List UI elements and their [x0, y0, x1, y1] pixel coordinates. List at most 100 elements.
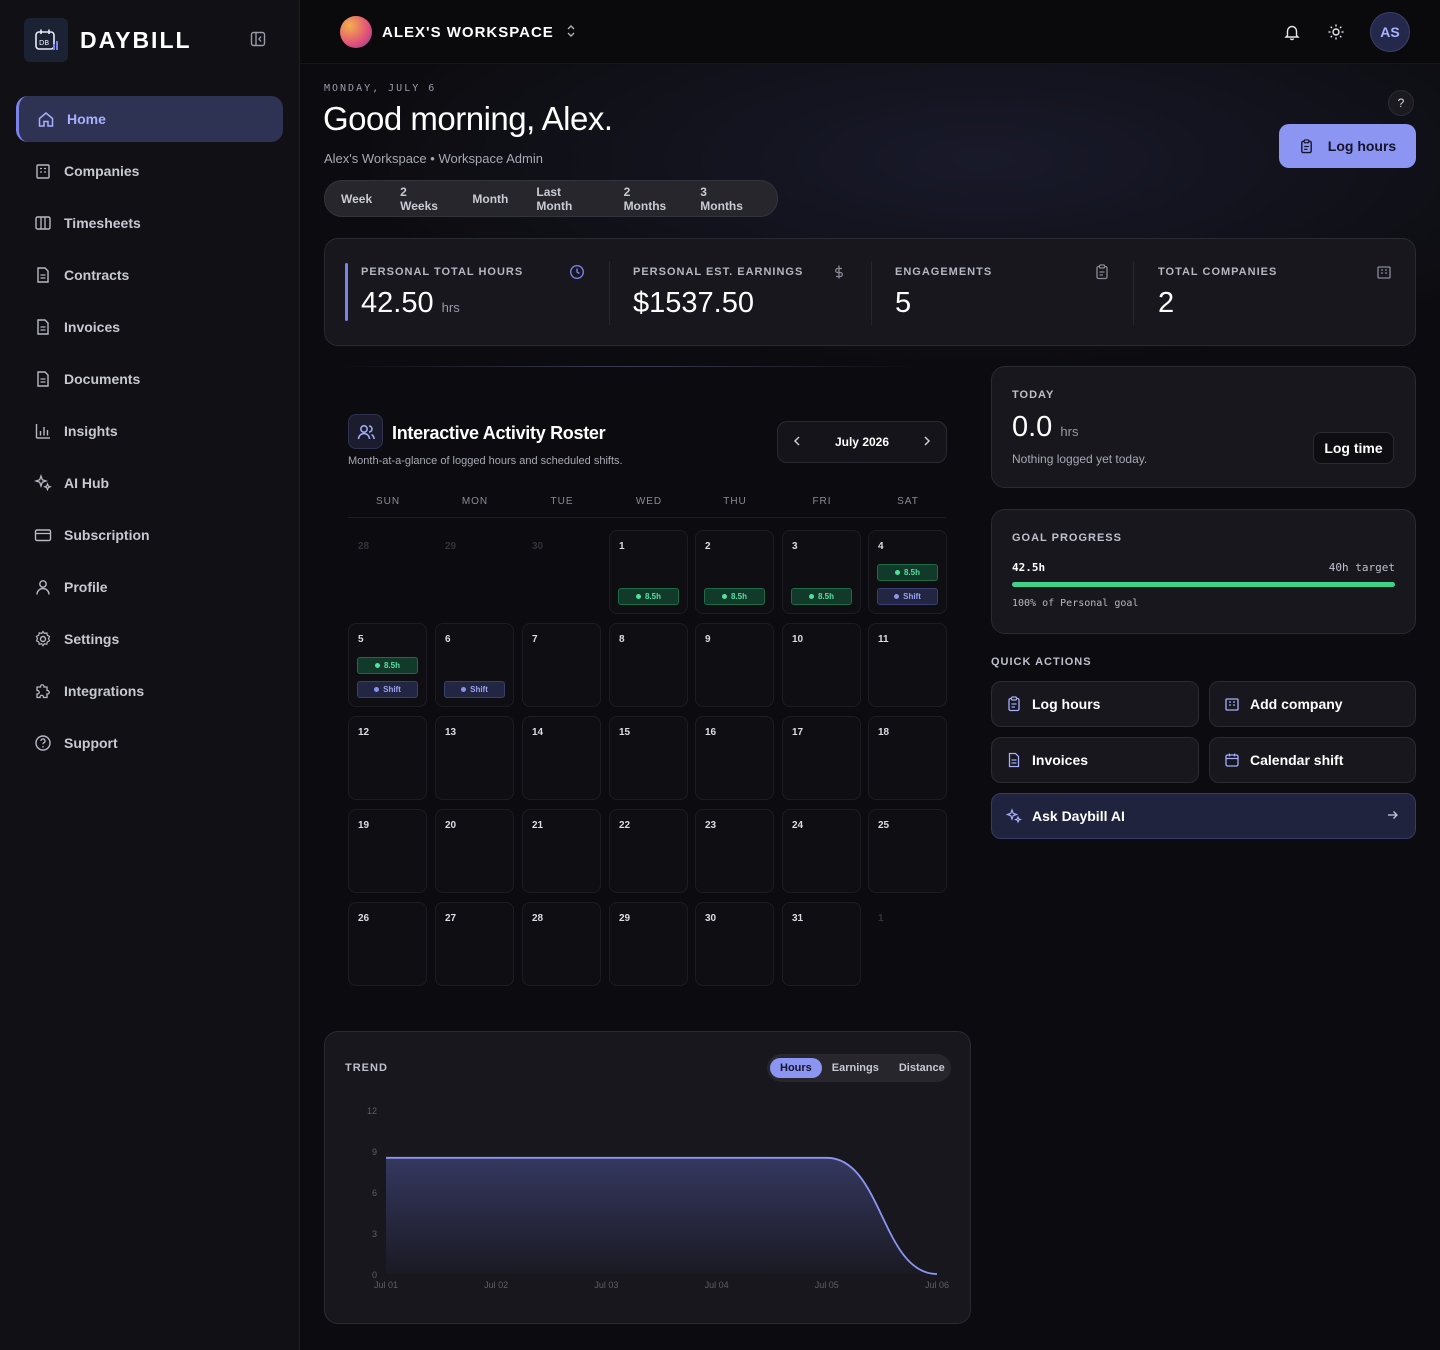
today-value: 0.0 hrs — [1012, 411, 1079, 443]
quick-log-hours-button[interactable]: Log hours — [991, 681, 1199, 727]
calendar-day[interactable]: 30 — [695, 902, 774, 986]
day-number: 13 — [445, 727, 457, 738]
weekday-label: MON — [461, 496, 489, 507]
calendar-day[interactable]: 3 8.5h — [782, 530, 861, 614]
building-icon — [1376, 264, 1392, 280]
active-indicator — [345, 263, 348, 321]
sidebar-item-contracts[interactable]: Contracts — [16, 252, 283, 298]
sidebar-item-integrations[interactable]: Integrations — [16, 668, 283, 714]
range-option[interactable]: Week — [341, 192, 372, 206]
help-button[interactable]: ? — [1388, 90, 1414, 116]
calendar-day[interactable]: 24 — [782, 809, 861, 893]
calendar-day[interactable]: 26 — [348, 902, 427, 986]
sidebar-item-label: AI Hub — [64, 475, 110, 491]
calendar-day[interactable]: 15 — [609, 716, 688, 800]
day-number: 7 — [532, 634, 538, 645]
calendar-day[interactable]: 5 8.5h Shift — [348, 623, 427, 707]
sidebar-item-support[interactable]: Support — [16, 720, 283, 766]
stat-companies: TOTAL COMPANIES 2 — [1158, 239, 1394, 347]
weekday-label: FRI — [812, 496, 832, 507]
quick-invoices-button[interactable]: Invoices — [991, 737, 1199, 783]
calendar-day[interactable]: 7 — [522, 623, 601, 707]
sidebar-item-invoices[interactable]: Invoices — [16, 304, 283, 350]
day-number: 25 — [878, 820, 890, 831]
day-number: 30 — [532, 541, 544, 552]
calendar-day[interactable]: 28 — [522, 902, 601, 986]
goal-progress-fill — [1012, 582, 1395, 587]
x-tick-label: Jul 02 — [484, 1280, 508, 1290]
workspace-switcher[interactable]: ALEX'S WORKSPACE — [340, 16, 576, 48]
shift-badge[interactable]: Shift — [357, 681, 418, 698]
day-number: 20 — [445, 820, 457, 831]
y-tick-label: 0 — [372, 1270, 377, 1280]
calendar-day[interactable]: 6 Shift — [435, 623, 514, 707]
range-option[interactable]: Last Month — [536, 185, 595, 213]
calendar-day[interactable]: 29 — [609, 902, 688, 986]
y-tick-label: 3 — [372, 1229, 377, 1239]
calendar-day[interactable]: 2 8.5h — [695, 530, 774, 614]
chevron-left-icon[interactable] — [792, 435, 802, 450]
calendar-day[interactable]: 13 — [435, 716, 514, 800]
range-option[interactable]: Month — [472, 192, 508, 206]
shift-badge[interactable]: Shift — [444, 681, 505, 698]
calendar-day[interactable]: 4 8.5h Shift — [868, 530, 947, 614]
calendar-day[interactable]: 17 — [782, 716, 861, 800]
bell-icon[interactable] — [1282, 22, 1302, 42]
sidebar-item-ai-hub[interactable]: AI Hub — [16, 460, 283, 506]
quick-add-company-button[interactable]: Add company — [1209, 681, 1416, 727]
sidebar-item-subscription[interactable]: Subscription — [16, 512, 283, 558]
calendar-day[interactable]: 8 — [609, 623, 688, 707]
x-tick-label: Jul 03 — [594, 1280, 618, 1290]
shift-badge[interactable]: Shift — [877, 588, 938, 605]
weekday-label: WED — [635, 496, 663, 507]
trend-card: TREND Hours Earnings Distance 0 3 6 9 12 Jul 01… — [324, 1031, 971, 1324]
calendar-day[interactable]: 20 — [435, 809, 514, 893]
ask-ai-button[interactable]: Ask Daybill AI — [991, 793, 1416, 839]
logged-hours-badge[interactable]: 8.5h — [704, 588, 765, 605]
sidebar-item-profile[interactable]: Profile — [16, 564, 283, 610]
log-hours-button[interactable]: Log hours — [1279, 124, 1416, 168]
calendar-day[interactable]: 9 — [695, 623, 774, 707]
goal-note: 100% of Personal goal — [1012, 598, 1139, 609]
sidebar-item-home[interactable]: Home — [16, 96, 283, 142]
sidebar-item-insights[interactable]: Insights — [16, 408, 283, 454]
sidebar-item-companies[interactable]: Companies — [16, 148, 283, 194]
sidebar-item-settings[interactable]: Settings — [16, 616, 283, 662]
calendar-day[interactable]: 12 — [348, 716, 427, 800]
log-time-button[interactable]: Log time — [1313, 432, 1394, 464]
sidebar-collapse-icon[interactable] — [250, 31, 268, 49]
range-option[interactable]: 2 Weeks — [400, 185, 444, 213]
calendar-day[interactable]: 27 — [435, 902, 514, 986]
calendar-day[interactable]: 10 — [782, 623, 861, 707]
chevron-right-icon[interactable] — [922, 435, 932, 450]
clipboard-icon — [1299, 138, 1314, 154]
sidebar-item-timesheets[interactable]: Timesheets — [16, 200, 283, 246]
quick-calendar-shift-button[interactable]: Calendar shift — [1209, 737, 1416, 783]
calendar-day[interactable]: 19 — [348, 809, 427, 893]
calendar-day[interactable]: 16 — [695, 716, 774, 800]
sidebar-item-documents[interactable]: Documents — [16, 356, 283, 402]
goal-card: GOAL PROGRESS 42.5h 40h target 100% of P… — [991, 509, 1416, 634]
day-number: 29 — [619, 913, 631, 924]
calendar-day[interactable]: 18 — [868, 716, 947, 800]
calendar-day[interactable]: 22 — [609, 809, 688, 893]
calendar-day: 29 — [435, 530, 514, 614]
calendar-day[interactable]: 11 — [868, 623, 947, 707]
sun-icon[interactable] — [1326, 22, 1346, 42]
logged-hours-badge[interactable]: 8.5h — [357, 657, 418, 674]
document-icon — [34, 266, 52, 284]
calendar-day[interactable]: 23 — [695, 809, 774, 893]
calendar-day[interactable]: 14 — [522, 716, 601, 800]
topbar: ALEX'S WORKSPACE AS — [300, 0, 1440, 64]
calendar-day[interactable]: 21 — [522, 809, 601, 893]
calendar-day[interactable]: 25 — [868, 809, 947, 893]
brand[interactable]: DB DAYBILL — [24, 18, 192, 62]
calendar-day[interactable]: 31 — [782, 902, 861, 986]
logged-hours-badge[interactable]: 8.5h — [791, 588, 852, 605]
logged-hours-badge[interactable]: 8.5h — [877, 564, 938, 581]
logged-hours-badge[interactable]: 8.5h — [618, 588, 679, 605]
range-option[interactable]: 3 Months — [700, 185, 749, 213]
range-option[interactable]: 2 Months — [624, 185, 673, 213]
calendar-day[interactable]: 1 8.5h — [609, 530, 688, 614]
user-avatar[interactable]: AS — [1370, 12, 1410, 52]
